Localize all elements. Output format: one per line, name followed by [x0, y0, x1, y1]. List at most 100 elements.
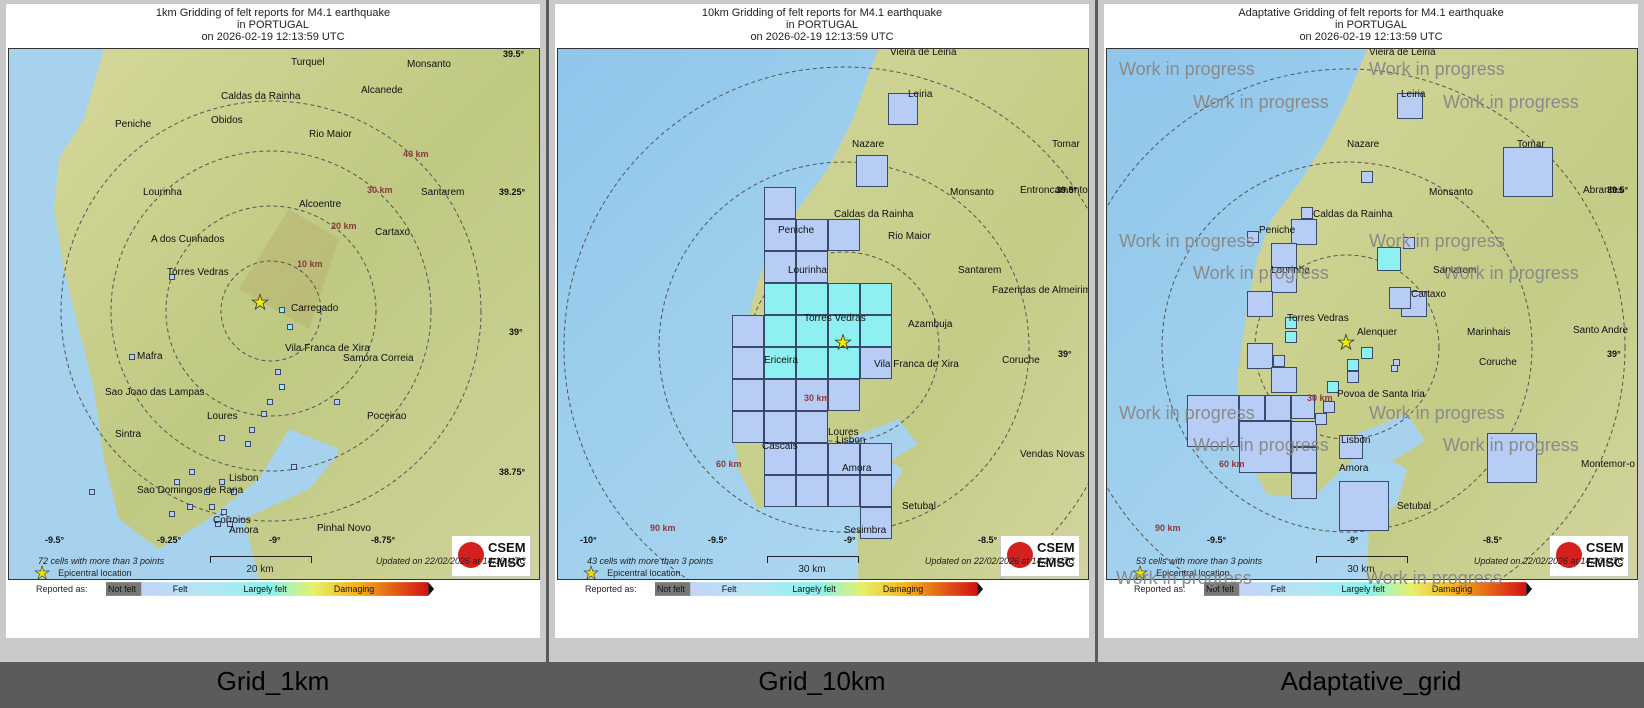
felt-cell[interactable] [860, 283, 892, 315]
felt-cell[interactable] [1361, 347, 1373, 359]
felt-cell[interactable] [796, 443, 828, 475]
legend-class: Damaging [1432, 584, 1472, 594]
felt-cell[interactable] [828, 219, 860, 251]
felt-cell[interactable] [828, 475, 860, 507]
city-label: Monsanto [950, 187, 994, 198]
epicentre-star-icon[interactable]: ★ [1337, 333, 1356, 354]
felt-cell[interactable] [279, 384, 285, 390]
felt-cell[interactable] [764, 475, 796, 507]
felt-cell[interactable] [856, 155, 888, 187]
felt-cell[interactable] [1291, 447, 1317, 473]
felt-cell[interactable] [732, 411, 764, 443]
city-label: Mafra [137, 351, 163, 362]
intensity-map[interactable]: ★ Turquel Monsanto Caldas da Rainha Alca… [8, 48, 540, 580]
felt-cell[interactable] [89, 489, 95, 495]
felt-cell[interactable] [291, 464, 297, 470]
felt-cell[interactable] [209, 504, 215, 510]
felt-cell[interactable] [796, 283, 828, 315]
epicentre-star-icon[interactable]: ★ [251, 293, 270, 314]
felt-cell[interactable] [732, 379, 764, 411]
felt-cell[interactable] [189, 469, 195, 475]
felt-cell[interactable] [1291, 421, 1317, 447]
felt-cell[interactable] [828, 283, 860, 315]
city-label: Vendas Novas [1020, 449, 1085, 460]
felt-cell[interactable] [334, 399, 340, 405]
felt-cell[interactable] [732, 347, 764, 379]
felt-cell[interactable] [287, 324, 293, 330]
felt-cell[interactable] [245, 441, 251, 447]
felt-cell[interactable] [1271, 367, 1297, 393]
felt-cell[interactable] [828, 379, 860, 411]
felt-cell[interactable] [732, 315, 764, 347]
felt-cell[interactable] [1247, 343, 1273, 369]
felt-cell[interactable] [1265, 395, 1291, 421]
felt-cell[interactable] [1339, 481, 1389, 531]
felt-cell[interactable] [1503, 147, 1553, 197]
distance-label: 30 km [367, 185, 393, 195]
felt-cell[interactable] [764, 379, 796, 411]
felt-cell[interactable] [129, 354, 135, 360]
felt-cell[interactable] [796, 411, 828, 443]
legend-class: Not felt [108, 584, 137, 594]
latitude-label: 39.5° [1607, 185, 1629, 195]
felt-cell[interactable] [1239, 421, 1291, 473]
felt-cell[interactable] [1239, 395, 1265, 421]
felt-cell[interactable] [1315, 413, 1327, 425]
city-label: Lisbon [1341, 435, 1371, 446]
longitude-label: -9.5° [45, 535, 65, 545]
felt-cell[interactable] [764, 187, 796, 219]
felt-cell[interactable] [1247, 291, 1273, 317]
felt-cell[interactable] [1403, 237, 1415, 249]
city-label: Rio Maior [309, 129, 352, 140]
felt-cell[interactable] [219, 435, 225, 441]
distance-label: 90 km [1155, 523, 1181, 533]
felt-cell[interactable] [860, 475, 892, 507]
felt-cell[interactable] [249, 427, 255, 433]
felt-cell[interactable] [1347, 371, 1359, 383]
felt-cell[interactable] [261, 411, 267, 417]
city-label: Caldas da Rainha [834, 209, 914, 220]
city-label: Entroncamento [1020, 185, 1088, 196]
felt-cell[interactable] [1389, 287, 1411, 309]
longitude-label: -8.5° [1483, 535, 1503, 545]
felt-cell[interactable] [1487, 433, 1537, 483]
felt-cell[interactable] [1347, 359, 1359, 371]
felt-cell[interactable] [1377, 247, 1401, 271]
felt-cell[interactable] [267, 399, 273, 405]
felt-cell[interactable] [1291, 473, 1317, 499]
felt-cell[interactable] [187, 504, 193, 510]
felt-cell[interactable] [1187, 395, 1239, 447]
longitude-label: -8.5° [978, 535, 998, 545]
felt-cell[interactable] [275, 369, 281, 375]
felt-cell[interactable] [279, 307, 285, 313]
city-label: Santarem [958, 265, 1002, 276]
intensity-map[interactable]: ★ Vieira de Leiria Leiria Nazare Tomar M… [1106, 48, 1638, 580]
felt-cell[interactable] [169, 511, 175, 517]
felt-cell[interactable] [1301, 207, 1313, 219]
felt-cell[interactable] [764, 411, 796, 443]
city-label: Fazendas de Almeirim [992, 285, 1089, 296]
felt-cell[interactable] [1247, 231, 1259, 243]
updated-timestamp: Updated on 22/02/2026 at 14:19 UTC [375, 556, 526, 566]
felt-cell[interactable] [1361, 171, 1373, 183]
felt-cell[interactable] [1391, 365, 1398, 372]
felt-cell[interactable] [1393, 359, 1400, 366]
city-label: Leiria [908, 89, 933, 100]
city-label: Lisbon [836, 435, 866, 446]
city-label: Obidos [211, 115, 243, 126]
epicentre-star-icon[interactable]: ★ [834, 333, 853, 354]
panel-grid-1km: 1km Gridding of felt reports for M4.1 ea… [0, 0, 546, 708]
felt-cell[interactable] [796, 475, 828, 507]
city-label: Rio Maior [888, 231, 931, 242]
city-label: Samora Correia [343, 353, 414, 364]
legend-class: Damaging [883, 584, 923, 594]
felt-cell[interactable] [796, 347, 828, 379]
intensity-map[interactable]: ★ Vieira de Leiria Leiria Nazare Tomar M… [557, 48, 1089, 580]
legend-epicentral: ★ Epicentral location [1132, 563, 1230, 584]
city-label: Poceirao [367, 411, 407, 422]
felt-cell[interactable] [764, 315, 796, 347]
felt-cell[interactable] [1273, 355, 1285, 367]
felt-cell[interactable] [1285, 331, 1297, 343]
city-label: Sao Joao das Lampas [105, 387, 205, 398]
felt-cell[interactable] [764, 283, 796, 315]
